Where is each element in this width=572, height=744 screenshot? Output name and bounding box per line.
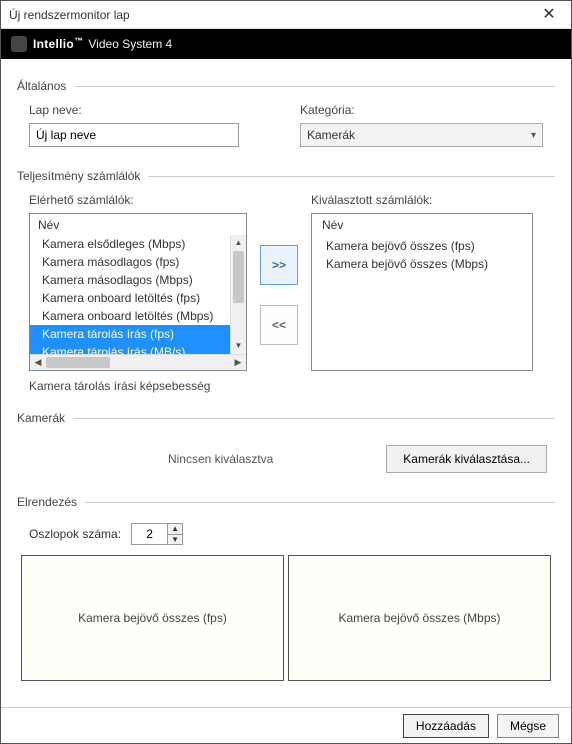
section-label-cams: Kamerák — [17, 411, 65, 425]
stepper-up-icon[interactable]: ▲ — [167, 523, 183, 534]
scrollbar-vertical[interactable]: ▲ ▼ — [230, 235, 246, 354]
close-icon[interactable]: ✕ — [535, 6, 563, 24]
selected-listbox[interactable]: Név Kamera bejövő összes (fps)Kamera bej… — [311, 213, 533, 371]
tabname-field: Lap neve: — [29, 103, 272, 147]
brand-product: Video System 4 — [88, 37, 172, 51]
scrollbar-horizontal[interactable]: ◀ ▶ — [30, 354, 246, 370]
cancel-button[interactable]: Mégse — [497, 714, 559, 738]
section-label-layout: Elrendezés — [17, 495, 77, 509]
category-value: Kamerák — [307, 128, 355, 142]
select-cameras-button[interactable]: Kamerák kiválasztása... — [386, 445, 547, 473]
section-label-general: Általános — [17, 79, 66, 93]
section-general: Általános — [17, 79, 555, 93]
list-header-name: Név — [30, 214, 246, 235]
columns-count-label: Oszlopok száma: — [29, 527, 121, 541]
remove-counter-button[interactable]: << — [260, 305, 298, 345]
list-item[interactable]: Kamera tárolás írás (fps) — [30, 325, 230, 343]
list-item[interactable]: Kamera másodlagos (Mbps) — [30, 271, 230, 289]
dialog-content: Általános Lap neve: Kategória: Kamerák ▾… — [1, 59, 571, 707]
section-perf: Teljesítmény számlálók — [17, 169, 555, 183]
layout-cell[interactable]: Kamera bejövő összes (fps) — [21, 555, 284, 681]
tabname-label: Lap neve: — [29, 103, 272, 117]
counter-description: Kamera tárolás írási képsebesség — [17, 379, 555, 393]
scroll-right-icon[interactable]: ▶ — [230, 357, 246, 368]
titlebar: Új rendszermonitor lap ✕ — [1, 1, 571, 29]
chevron-down-icon: ▾ — [531, 130, 536, 141]
list-item[interactable]: Kamera bejövő összes (fps) — [312, 237, 532, 255]
add-button[interactable]: Hozzáadás — [403, 714, 489, 738]
divider — [85, 502, 555, 503]
list-item[interactable]: Kamera onboard letöltés (Mbps) — [30, 307, 230, 325]
list-item[interactable]: Kamera tárolás írás (MB/s) — [30, 343, 230, 354]
scroll-up-icon[interactable]: ▲ — [231, 235, 246, 251]
list-item[interactable]: Kamera másodlagos (fps) — [30, 253, 230, 271]
section-label-perf: Teljesítmény számlálók — [17, 169, 140, 183]
camera-selection-status: Nincsen kiválasztva — [25, 452, 386, 466]
columns-input[interactable] — [131, 523, 167, 545]
add-counter-button[interactable]: >> — [260, 245, 298, 285]
columns-stepper[interactable]: ▲ ▼ — [131, 523, 183, 545]
scroll-track-h[interactable] — [46, 355, 230, 370]
list-item[interactable]: Kamera onboard letöltés (fps) — [30, 289, 230, 307]
scroll-track[interactable] — [231, 251, 246, 338]
section-cams: Kamerák — [17, 411, 555, 425]
available-listbox[interactable]: Név Kamera elsődleges (Mbps)Kamera másod… — [29, 213, 247, 371]
list-item[interactable]: Kamera elsődleges (Mbps) — [30, 235, 230, 253]
brand-name-text: Intellio — [33, 37, 74, 51]
divider — [74, 86, 555, 87]
mover-buttons: >> << — [257, 213, 301, 345]
dialog-window: Új rendszermonitor lap ✕ Intellio™ Video… — [0, 0, 572, 744]
divider — [73, 418, 555, 419]
stepper-down-icon[interactable]: ▼ — [167, 534, 183, 546]
trademark-icon: ™ — [74, 36, 83, 46]
scroll-left-icon[interactable]: ◀ — [30, 357, 46, 368]
layout-preview: Kamera bejövő összes (fps)Kamera bejövő … — [21, 555, 551, 681]
dialog-footer: Hozzáadás Mégse — [1, 707, 571, 743]
available-label: Elérhető számlálók: — [29, 193, 247, 207]
brand-bar: Intellio™ Video System 4 — [1, 29, 571, 59]
list-header-name-selected: Név — [312, 214, 532, 237]
window-title: Új rendszermonitor lap — [9, 8, 130, 22]
layout-cell[interactable]: Kamera bejövő összes (Mbps) — [288, 555, 551, 681]
scroll-thumb[interactable] — [233, 251, 244, 303]
tabname-input[interactable] — [29, 123, 239, 147]
section-layout: Elrendezés — [17, 495, 555, 509]
scroll-down-icon[interactable]: ▼ — [231, 338, 246, 354]
divider — [148, 176, 555, 177]
category-select[interactable]: Kamerák ▾ — [300, 123, 543, 147]
list-item[interactable]: Kamera bejövő összes (Mbps) — [312, 255, 532, 273]
category-label: Kategória: — [300, 103, 543, 117]
brand-name: Intellio™ — [33, 37, 83, 51]
category-field: Kategória: Kamerák ▾ — [300, 103, 543, 147]
brand-logo-icon — [11, 36, 27, 52]
scroll-thumb-h[interactable] — [46, 357, 110, 368]
selected-label: Kiválasztott számlálók: — [311, 193, 543, 207]
